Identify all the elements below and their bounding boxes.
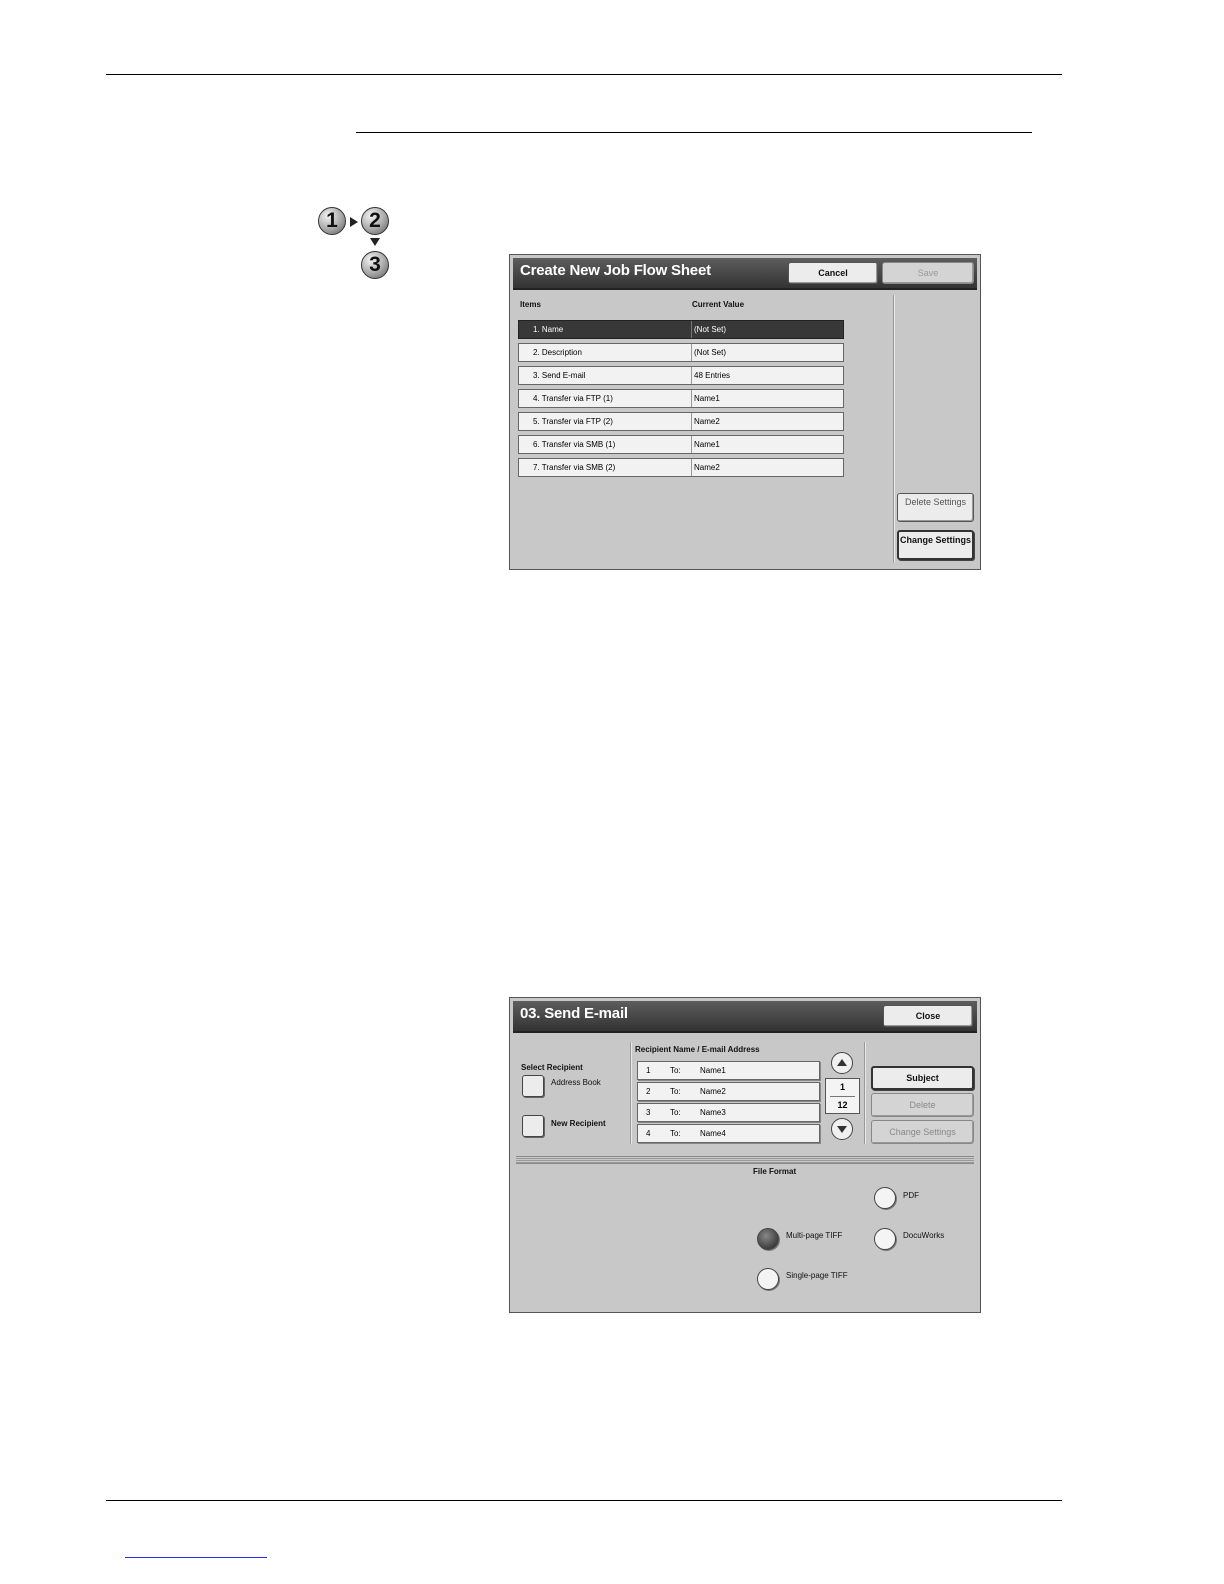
row-value: Name2	[691, 413, 720, 430]
address-book-label: Address Book	[551, 1078, 601, 1087]
current-value-column-header: Current Value	[692, 300, 745, 309]
recipient-row[interactable]: 4 To: Name4	[637, 1124, 820, 1143]
panel-divider	[893, 295, 895, 563]
footer-link-underline	[125, 1557, 267, 1558]
recipient-name: Name3	[700, 1108, 726, 1117]
step-1-icon: 1	[318, 207, 346, 235]
recipient-type: To:	[670, 1108, 681, 1117]
step-sequence-icon: 1 2 3	[316, 204, 396, 284]
send-email-dialog: 03. Send E-mail Close Select Recipient A…	[509, 997, 981, 1313]
select-recipient-label: Select Recipient	[521, 1063, 583, 1072]
page-indicator: 1 12	[825, 1078, 860, 1114]
page-total: 12	[837, 1100, 848, 1110]
delete-settings-button[interactable]: Delete Settings	[897, 493, 974, 522]
step-2-icon: 2	[361, 207, 389, 235]
row-item: 7. Transfer via SMB (2)	[533, 463, 616, 472]
left-divider	[630, 1042, 632, 1144]
pdf-label: PDF	[903, 1191, 919, 1200]
change-settings-button[interactable]: Change Settings	[897, 530, 974, 560]
table-row[interactable]: 1. Name (Not Set)	[518, 320, 844, 339]
row-item: 2. Description	[533, 348, 582, 357]
recipient-row[interactable]: 3 To: Name3	[637, 1103, 820, 1122]
page-current: 1	[830, 1079, 855, 1097]
pdf-radio[interactable]	[874, 1187, 896, 1209]
new-recipient-button[interactable]	[522, 1115, 544, 1137]
new-recipient-label: New Recipient	[551, 1119, 606, 1128]
scroll-up-button[interactable]	[831, 1052, 853, 1074]
row-value: Name1	[691, 436, 720, 453]
row-value: Name1	[691, 390, 720, 407]
table-row[interactable]: 2. Description (Not Set)	[518, 343, 844, 362]
row-value: Name2	[691, 459, 720, 476]
recipient-number: 4	[646, 1129, 651, 1138]
single-page-tiff-radio[interactable]	[757, 1268, 779, 1290]
multi-page-tiff-radio[interactable]	[757, 1228, 779, 1250]
dialog-title: Create New Job Flow Sheet	[520, 262, 711, 279]
recipient-name: Name4	[700, 1129, 726, 1138]
delete-button[interactable]: Delete	[871, 1093, 974, 1117]
table-row[interactable]: 4. Transfer via FTP (1) Name1	[518, 389, 844, 408]
footer-rule	[106, 1500, 1062, 1501]
step-3-icon: 3	[361, 251, 389, 279]
single-page-tiff-label: Single-page TIFF	[786, 1271, 848, 1280]
arrow-right-icon	[350, 217, 358, 227]
table-row[interactable]: 3. Send E-mail 48 Entries	[518, 366, 844, 385]
recipient-name: Name2	[700, 1087, 726, 1096]
save-button[interactable]: Save	[882, 262, 974, 284]
row-value: 48 Entries	[691, 367, 730, 384]
recipient-name: Name1	[700, 1066, 726, 1075]
file-format-label: File Format	[753, 1167, 797, 1176]
row-item: 1. Name	[533, 325, 564, 334]
docuworks-radio[interactable]	[874, 1228, 896, 1250]
multi-page-tiff-label: Multi-page TIFF	[786, 1231, 843, 1240]
recipient-number: 1	[646, 1066, 651, 1075]
dialog-title: 03. Send E-mail	[520, 1005, 628, 1022]
right-divider	[864, 1042, 866, 1144]
recipient-type: To:	[670, 1066, 681, 1075]
section-rule	[356, 132, 1032, 133]
subject-button[interactable]: Subject	[871, 1066, 974, 1090]
recipient-number: 3	[646, 1108, 651, 1117]
change-settings-button[interactable]: Change Settings	[871, 1120, 974, 1144]
row-value: (Not Set)	[691, 344, 726, 361]
table-row[interactable]: 5. Transfer via FTP (2) Name2	[518, 412, 844, 431]
arrow-down-icon	[837, 1126, 847, 1133]
section-separator	[516, 1156, 974, 1164]
row-item: 4. Transfer via FTP (1)	[533, 394, 613, 403]
row-item: 6. Transfer via SMB (1)	[533, 440, 616, 449]
items-column-header: Items	[520, 300, 541, 309]
cancel-button[interactable]: Cancel	[788, 262, 878, 284]
table-row[interactable]: 6. Transfer via SMB (1) Name1	[518, 435, 844, 454]
header-rule	[106, 74, 1062, 75]
recipient-number: 2	[646, 1087, 651, 1096]
recipient-type: To:	[670, 1087, 681, 1096]
create-job-flow-dialog: Create New Job Flow Sheet Cancel Save It…	[509, 254, 981, 570]
row-value: (Not Set)	[691, 321, 726, 338]
row-item: 5. Transfer via FTP (2)	[533, 417, 613, 426]
docuworks-label: DocuWorks	[903, 1231, 945, 1240]
recipient-row[interactable]: 1 To: Name1	[637, 1061, 820, 1080]
recipient-row[interactable]: 2 To: Name2	[637, 1082, 820, 1101]
recipient-list-header: Recipient Name / E-mail Address	[635, 1045, 760, 1054]
address-book-button[interactable]	[522, 1075, 544, 1097]
recipient-type: To:	[670, 1129, 681, 1138]
row-item: 3. Send E-mail	[533, 371, 586, 380]
arrow-up-icon	[837, 1059, 847, 1066]
arrow-down-icon	[370, 238, 380, 246]
close-button[interactable]: Close	[883, 1005, 973, 1027]
scroll-down-button[interactable]	[831, 1118, 853, 1140]
table-row[interactable]: 7. Transfer via SMB (2) Name2	[518, 458, 844, 477]
